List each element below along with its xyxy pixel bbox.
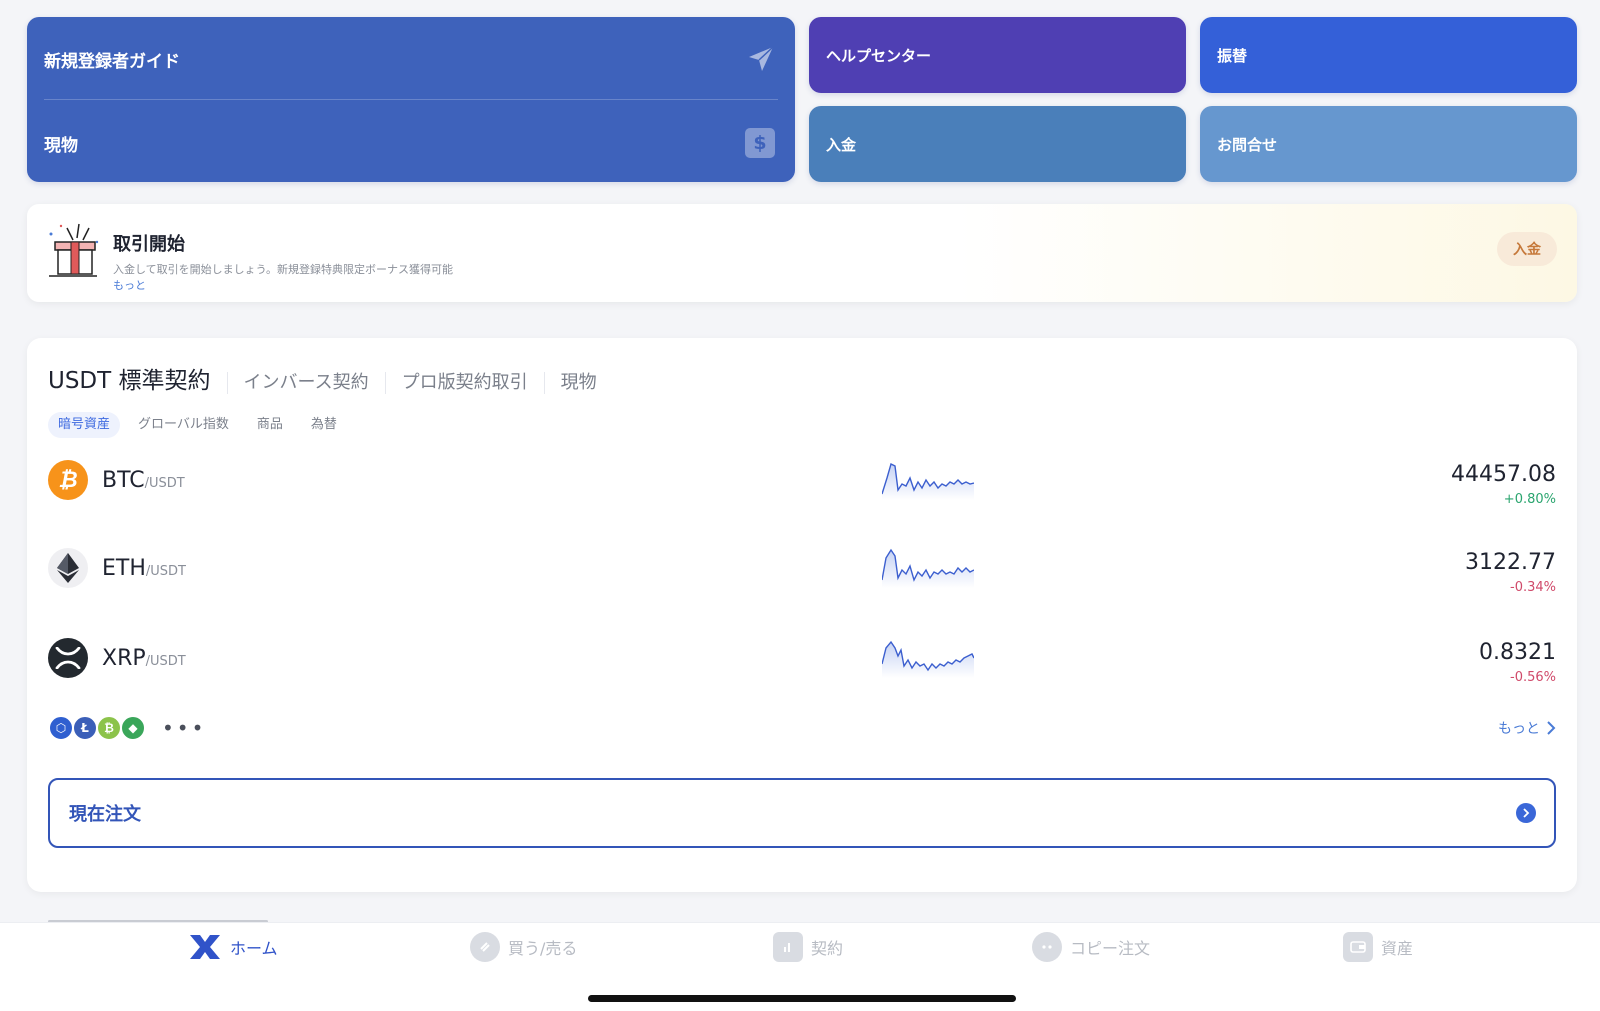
promo-deposit-button[interactable]: 入金 xyxy=(1497,232,1557,266)
nav-contract-label: 契約 xyxy=(811,939,844,958)
transfer-tile[interactable]: 振替 xyxy=(1200,17,1577,93)
chevron-right-icon xyxy=(1547,721,1556,735)
section-peek xyxy=(48,912,288,922)
sparkline-chart xyxy=(882,548,974,588)
home-indicator xyxy=(588,995,1016,1002)
table-row[interactable]: ETH/USDT 3122.77 -0.34% xyxy=(48,538,1556,598)
market-more-link[interactable]: もっと xyxy=(1498,718,1556,738)
nav-copy-order[interactable]: コピー注文 xyxy=(1032,927,1150,967)
market-sub-tabs: 暗号資産 グローバル指数 商品 為替 xyxy=(48,412,347,438)
guide-spot-tile: 新規登録者ガイド 現物 $ xyxy=(27,17,795,182)
subtab-global-index[interactable]: グローバル指数 xyxy=(128,412,239,438)
tab-spot[interactable]: 現物 xyxy=(543,372,613,394)
spot-link[interactable]: 現物 $ xyxy=(44,125,775,161)
chevron-right-circle-icon xyxy=(1516,803,1536,823)
market-more-label: もっと xyxy=(1498,721,1540,737)
bar-chart-icon xyxy=(773,932,803,962)
coin-pair: /USDT xyxy=(145,654,186,669)
nav-assets[interactable]: 資産 xyxy=(1343,927,1413,967)
sparkline-chart xyxy=(882,640,974,678)
promo-title: 取引開始 xyxy=(113,234,185,255)
deposit-tile[interactable]: 入金 xyxy=(809,106,1186,182)
subtab-commodities[interactable]: 商品 xyxy=(247,412,293,438)
coin-pair: /USDT xyxy=(145,564,186,579)
contact-label: お問合せ xyxy=(1217,135,1278,154)
dollar-icon: $ xyxy=(745,128,775,158)
coin-symbol: ETH xyxy=(102,556,146,581)
contact-tile[interactable]: お問合せ xyxy=(1200,106,1577,182)
tab-usdt-standard[interactable]: USDT 標準契約 xyxy=(48,368,227,394)
coin-price: 0.8321 xyxy=(1479,640,1556,665)
wallet-icon xyxy=(1343,932,1373,962)
subtab-crypto[interactable]: 暗号資産 xyxy=(48,412,121,438)
subtab-forex[interactable]: 為替 xyxy=(301,412,347,438)
more-coins-row: ⬡ Ł ₿ ◆ ••• もっと xyxy=(48,710,1556,746)
coin-name: BTC/USDT xyxy=(102,468,185,493)
ethereum-icon xyxy=(48,548,88,588)
coin-name: ETH/USDT xyxy=(102,556,186,581)
coin-pair: /USDT xyxy=(144,476,185,491)
chat-bubble-icon xyxy=(1032,932,1062,962)
coin-change: -0.34% xyxy=(1510,580,1556,595)
promo-banner: 取引開始 入金して取引を開始しましょう。新規登録特典限定ボーナス獲得可能 もっと… xyxy=(27,204,1577,302)
bitcoin-icon: ₿ xyxy=(48,460,88,500)
market-card: USDT 標準契約 インバース契約 プロ版契約取引 現物 暗号資産 グローバル指… xyxy=(27,338,1577,892)
tile-divider xyxy=(44,99,778,100)
current-orders-label: 現在注文 xyxy=(69,804,141,825)
chainlink-icon: ⬡ xyxy=(48,715,74,741)
new-user-guide-link[interactable]: 新規登録者ガイド xyxy=(44,41,775,77)
coin-symbol: BTC xyxy=(102,468,145,493)
paper-plane-icon xyxy=(749,46,774,71)
tab-pro-contract[interactable]: プロ版契約取引 xyxy=(384,372,544,394)
bottom-tab-bar: ホーム 買う/売る 契約 コピー注文 資産 xyxy=(0,922,1600,1011)
help-center-tile[interactable]: ヘルプセンター xyxy=(809,17,1186,93)
bitcoin-cash-icon: ₿ xyxy=(96,715,122,741)
current-orders-button[interactable]: 現在注文 xyxy=(48,778,1556,848)
more-dots-icon: ••• xyxy=(162,716,207,740)
transfer-label: 振替 xyxy=(1217,46,1248,65)
coin-change: +0.80% xyxy=(1503,492,1556,507)
sparkline-chart xyxy=(882,462,974,500)
nav-buy-sell-label: 買う/売る xyxy=(508,939,578,958)
nav-buy-sell[interactable]: 買う/売る xyxy=(470,927,577,967)
deposit-label: 入金 xyxy=(826,135,857,154)
coin-name: XRP/USDT xyxy=(102,646,186,671)
gift-icon xyxy=(49,223,99,277)
help-center-label: ヘルプセンター xyxy=(826,46,932,65)
nav-assets-label: 資産 xyxy=(1381,939,1414,958)
xrp-icon xyxy=(48,638,88,678)
nav-home-label: ホーム xyxy=(230,939,278,958)
nav-contract[interactable]: 契約 xyxy=(773,927,843,967)
market-main-tabs: USDT 標準契約 インバース契約 プロ版契約取引 現物 xyxy=(48,368,613,394)
table-row[interactable]: ₿ BTC/USDT 44457.08 +0.80% xyxy=(48,450,1556,510)
new-user-guide-label: 新規登録者ガイド xyxy=(44,51,180,72)
ethereum-classic-icon: ◆ xyxy=(120,715,146,741)
spot-label: 現物 xyxy=(44,135,78,156)
nav-copy-order-label: コピー注文 xyxy=(1070,939,1151,958)
table-row[interactable]: XRP/USDT 0.8321 -0.56% xyxy=(48,628,1556,688)
home-logo-icon xyxy=(190,935,220,959)
coin-price: 3122.77 xyxy=(1465,550,1556,575)
coin-change: -0.56% xyxy=(1510,670,1556,685)
nav-home[interactable]: ホーム xyxy=(188,927,278,967)
litecoin-icon: Ł xyxy=(72,715,98,741)
exchange-icon xyxy=(470,932,500,962)
tab-inverse[interactable]: インバース契約 xyxy=(226,372,385,394)
mini-coin-stack: ⬡ Ł ₿ ◆ xyxy=(48,715,146,741)
promo-description: 入金して取引を開始しましょう。新規登録特典限定ボーナス獲得可能 xyxy=(113,263,454,276)
coin-symbol: XRP xyxy=(102,646,146,671)
coin-price: 44457.08 xyxy=(1451,462,1556,487)
promo-more-link[interactable]: もっと xyxy=(113,277,146,293)
